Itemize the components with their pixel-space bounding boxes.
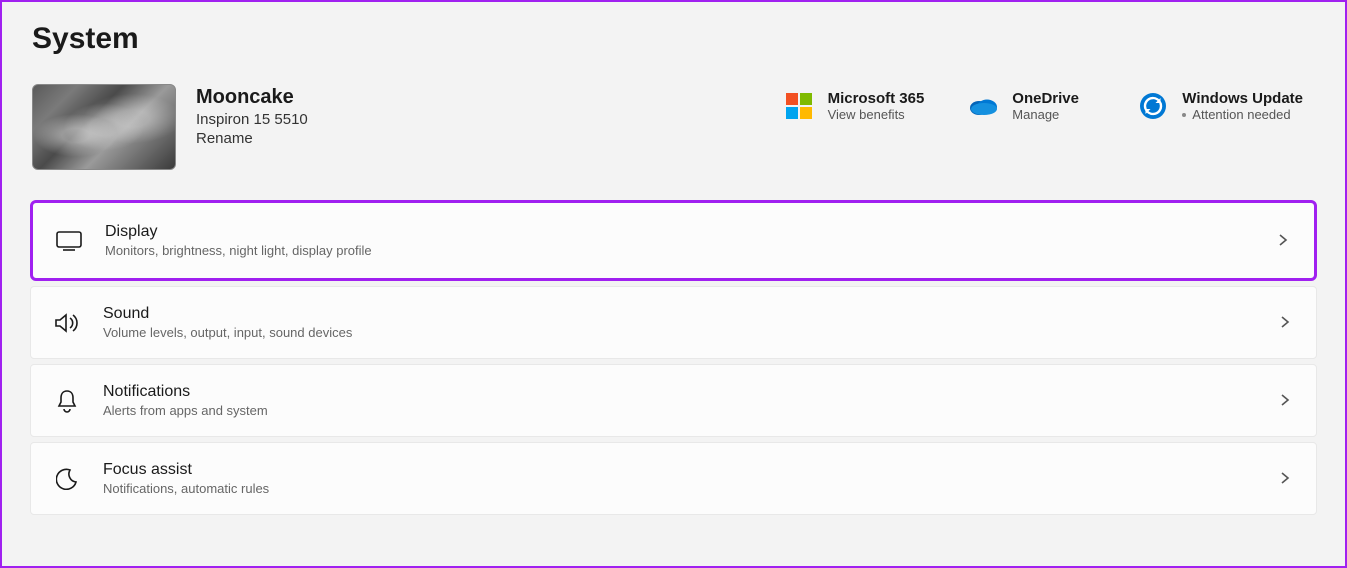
list-item-desc: Monitors, brightness, night light, displ… [105, 243, 1276, 258]
header-row: Mooncake Inspiron 15 5510 Rename Microso… [2, 56, 1345, 200]
quickcard-subtitle: Manage [1012, 107, 1079, 122]
device-thumbnail[interactable] [32, 84, 176, 170]
settings-list: Display Monitors, brightness, night ligh… [2, 200, 1345, 515]
list-item-display[interactable]: Display Monitors, brightness, night ligh… [30, 200, 1317, 281]
list-item-notifications[interactable]: Notifications Alerts from apps and syste… [30, 364, 1317, 437]
list-item-title: Display [105, 223, 1276, 241]
chevron-right-icon [1278, 315, 1294, 331]
device-model: Inspiron 15 5510 [196, 111, 308, 128]
quickcard-windows-update[interactable]: Windows Update Attention needed [1126, 84, 1315, 128]
sync-icon [1138, 91, 1168, 121]
quickcard-subtitle: View benefits [828, 107, 925, 122]
page-title: System [2, 2, 1345, 56]
quickcard-subtitle-text: Attention needed [1192, 107, 1290, 122]
microsoft-logo-icon [784, 91, 814, 121]
list-item-desc: Notifications, automatic rules [103, 481, 1278, 496]
list-item-focus-assist[interactable]: Focus assist Notifications, automatic ru… [30, 442, 1317, 515]
quickcard-microsoft365[interactable]: Microsoft 365 View benefits [772, 84, 937, 128]
onedrive-icon [968, 91, 998, 121]
list-item-sound[interactable]: Sound Volume levels, output, input, soun… [30, 286, 1317, 359]
quickcard-onedrive[interactable]: OneDrive Manage [956, 84, 1106, 128]
chevron-right-icon [1278, 471, 1294, 487]
rename-link[interactable]: Rename [196, 130, 308, 147]
list-item-desc: Alerts from apps and system [103, 403, 1278, 418]
list-item-title: Notifications [103, 383, 1278, 401]
quickcard-title: Windows Update [1182, 90, 1303, 107]
chevron-right-icon [1278, 393, 1294, 409]
quickcard-title: Microsoft 365 [828, 90, 925, 107]
quickcard-title: OneDrive [1012, 90, 1079, 107]
sound-icon [53, 309, 81, 337]
quickcard-subtitle: Attention needed [1182, 107, 1303, 122]
list-item-title: Sound [103, 305, 1278, 323]
list-item-desc: Volume levels, output, input, sound devi… [103, 325, 1278, 340]
device-info: Mooncake Inspiron 15 5510 Rename [196, 84, 308, 147]
list-item-title: Focus assist [103, 461, 1278, 479]
chevron-right-icon [1276, 233, 1292, 249]
display-icon [55, 227, 83, 255]
moon-icon [53, 465, 81, 493]
bell-icon [53, 387, 81, 415]
status-dot-icon [1182, 113, 1186, 117]
device-name: Mooncake [196, 86, 308, 109]
